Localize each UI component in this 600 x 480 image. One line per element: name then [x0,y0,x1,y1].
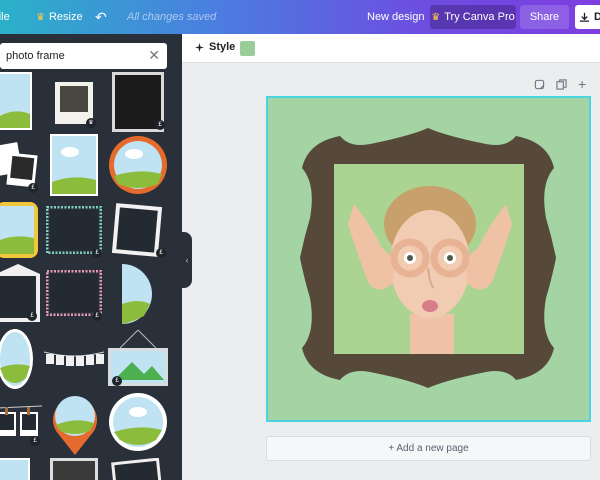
portrait-image [334,164,524,354]
save-status: All changes saved [127,11,217,23]
elements-panel: photo frame ✕ ♛ £ £ £ £ £ £ £ £ [0,34,182,480]
crown-icon: ♛ [431,11,441,23]
file-label: File [0,11,10,23]
style-icon [194,42,205,52]
file-menu-button[interactable]: File [0,0,10,34]
teal-stamp-frame-thumbnail[interactable] [46,206,102,254]
download-button[interactable]: D [575,5,600,29]
crown-icon: ♛ [86,118,96,128]
add-page-icon[interactable]: + [578,76,586,92]
style-button[interactable]: Style [194,41,235,53]
new-design-button[interactable]: New design [367,0,424,34]
download-icon [579,12,590,22]
tilted-dark-frame-thumbnail[interactable] [108,458,164,480]
portrait-photo[interactable] [334,164,524,354]
pro-badge: £ [27,311,37,321]
close-icon[interactable]: ✕ [148,47,160,64]
orange-round-frame-thumbnail[interactable] [108,134,168,196]
undo-button[interactable]: ↶ [95,0,107,34]
style-toolbar: Style [182,34,600,63]
frame-thumbnail[interactable] [0,458,30,480]
notes-icon[interactable] [534,79,545,93]
pro-badge: £ [112,376,122,386]
pro-badge: £ [28,183,38,193]
frame-thumbnail[interactable] [0,72,32,130]
style-label: Style [209,41,236,53]
chevron-left-icon: ‹ [185,255,189,265]
undo-icon: ↶ [95,8,107,25]
add-new-page-button[interactable]: + Add a new page [266,436,591,461]
pro-badge: £ [92,248,102,258]
search-input[interactable]: photo frame [6,50,65,62]
crown-icon: ♛ [36,11,45,23]
half-circle-frame-thumbnail[interactable] [122,264,154,324]
top-toolbar: File ♛ Resize ↶ All changes saved New de… [0,0,600,34]
resize-button[interactable]: ♛ Resize [36,0,83,34]
search-field[interactable]: photo frame ✕ [0,43,167,69]
download-label: D [594,11,600,23]
oval-frame-thumbnail[interactable] [0,328,34,390]
pro-badge: £ [30,436,40,446]
duplicate-icon[interactable] [556,79,567,93]
resize-label: Resize [48,11,83,23]
photo-frame-thumbnail[interactable] [50,134,98,196]
pink-stamp-frame-thumbnail[interactable] [46,270,102,316]
round-white-frame-thumbnail[interactable] [108,392,168,452]
collapse-panel-button[interactable]: ‹ [182,232,192,288]
pin-frame-thumbnail[interactable] [50,391,100,457]
share-button[interactable]: Share [520,5,569,29]
polaroid-frame-thumbnail[interactable] [55,82,93,124]
dark-frame-thumbnail[interactable] [50,458,98,480]
pro-badge: £ [92,311,102,321]
yellow-scalloped-frame-thumbnail[interactable] [0,202,38,258]
background-color-swatch[interactable] [240,41,255,56]
pro-badge: £ [156,248,166,258]
try-pro-label: Try Canva Pro [444,11,515,23]
pro-badge: £ [155,120,165,130]
try-canva-pro-button[interactable]: ♛ Try Canva Pro [430,5,516,29]
polaroid-string-thumbnail[interactable] [44,348,104,370]
